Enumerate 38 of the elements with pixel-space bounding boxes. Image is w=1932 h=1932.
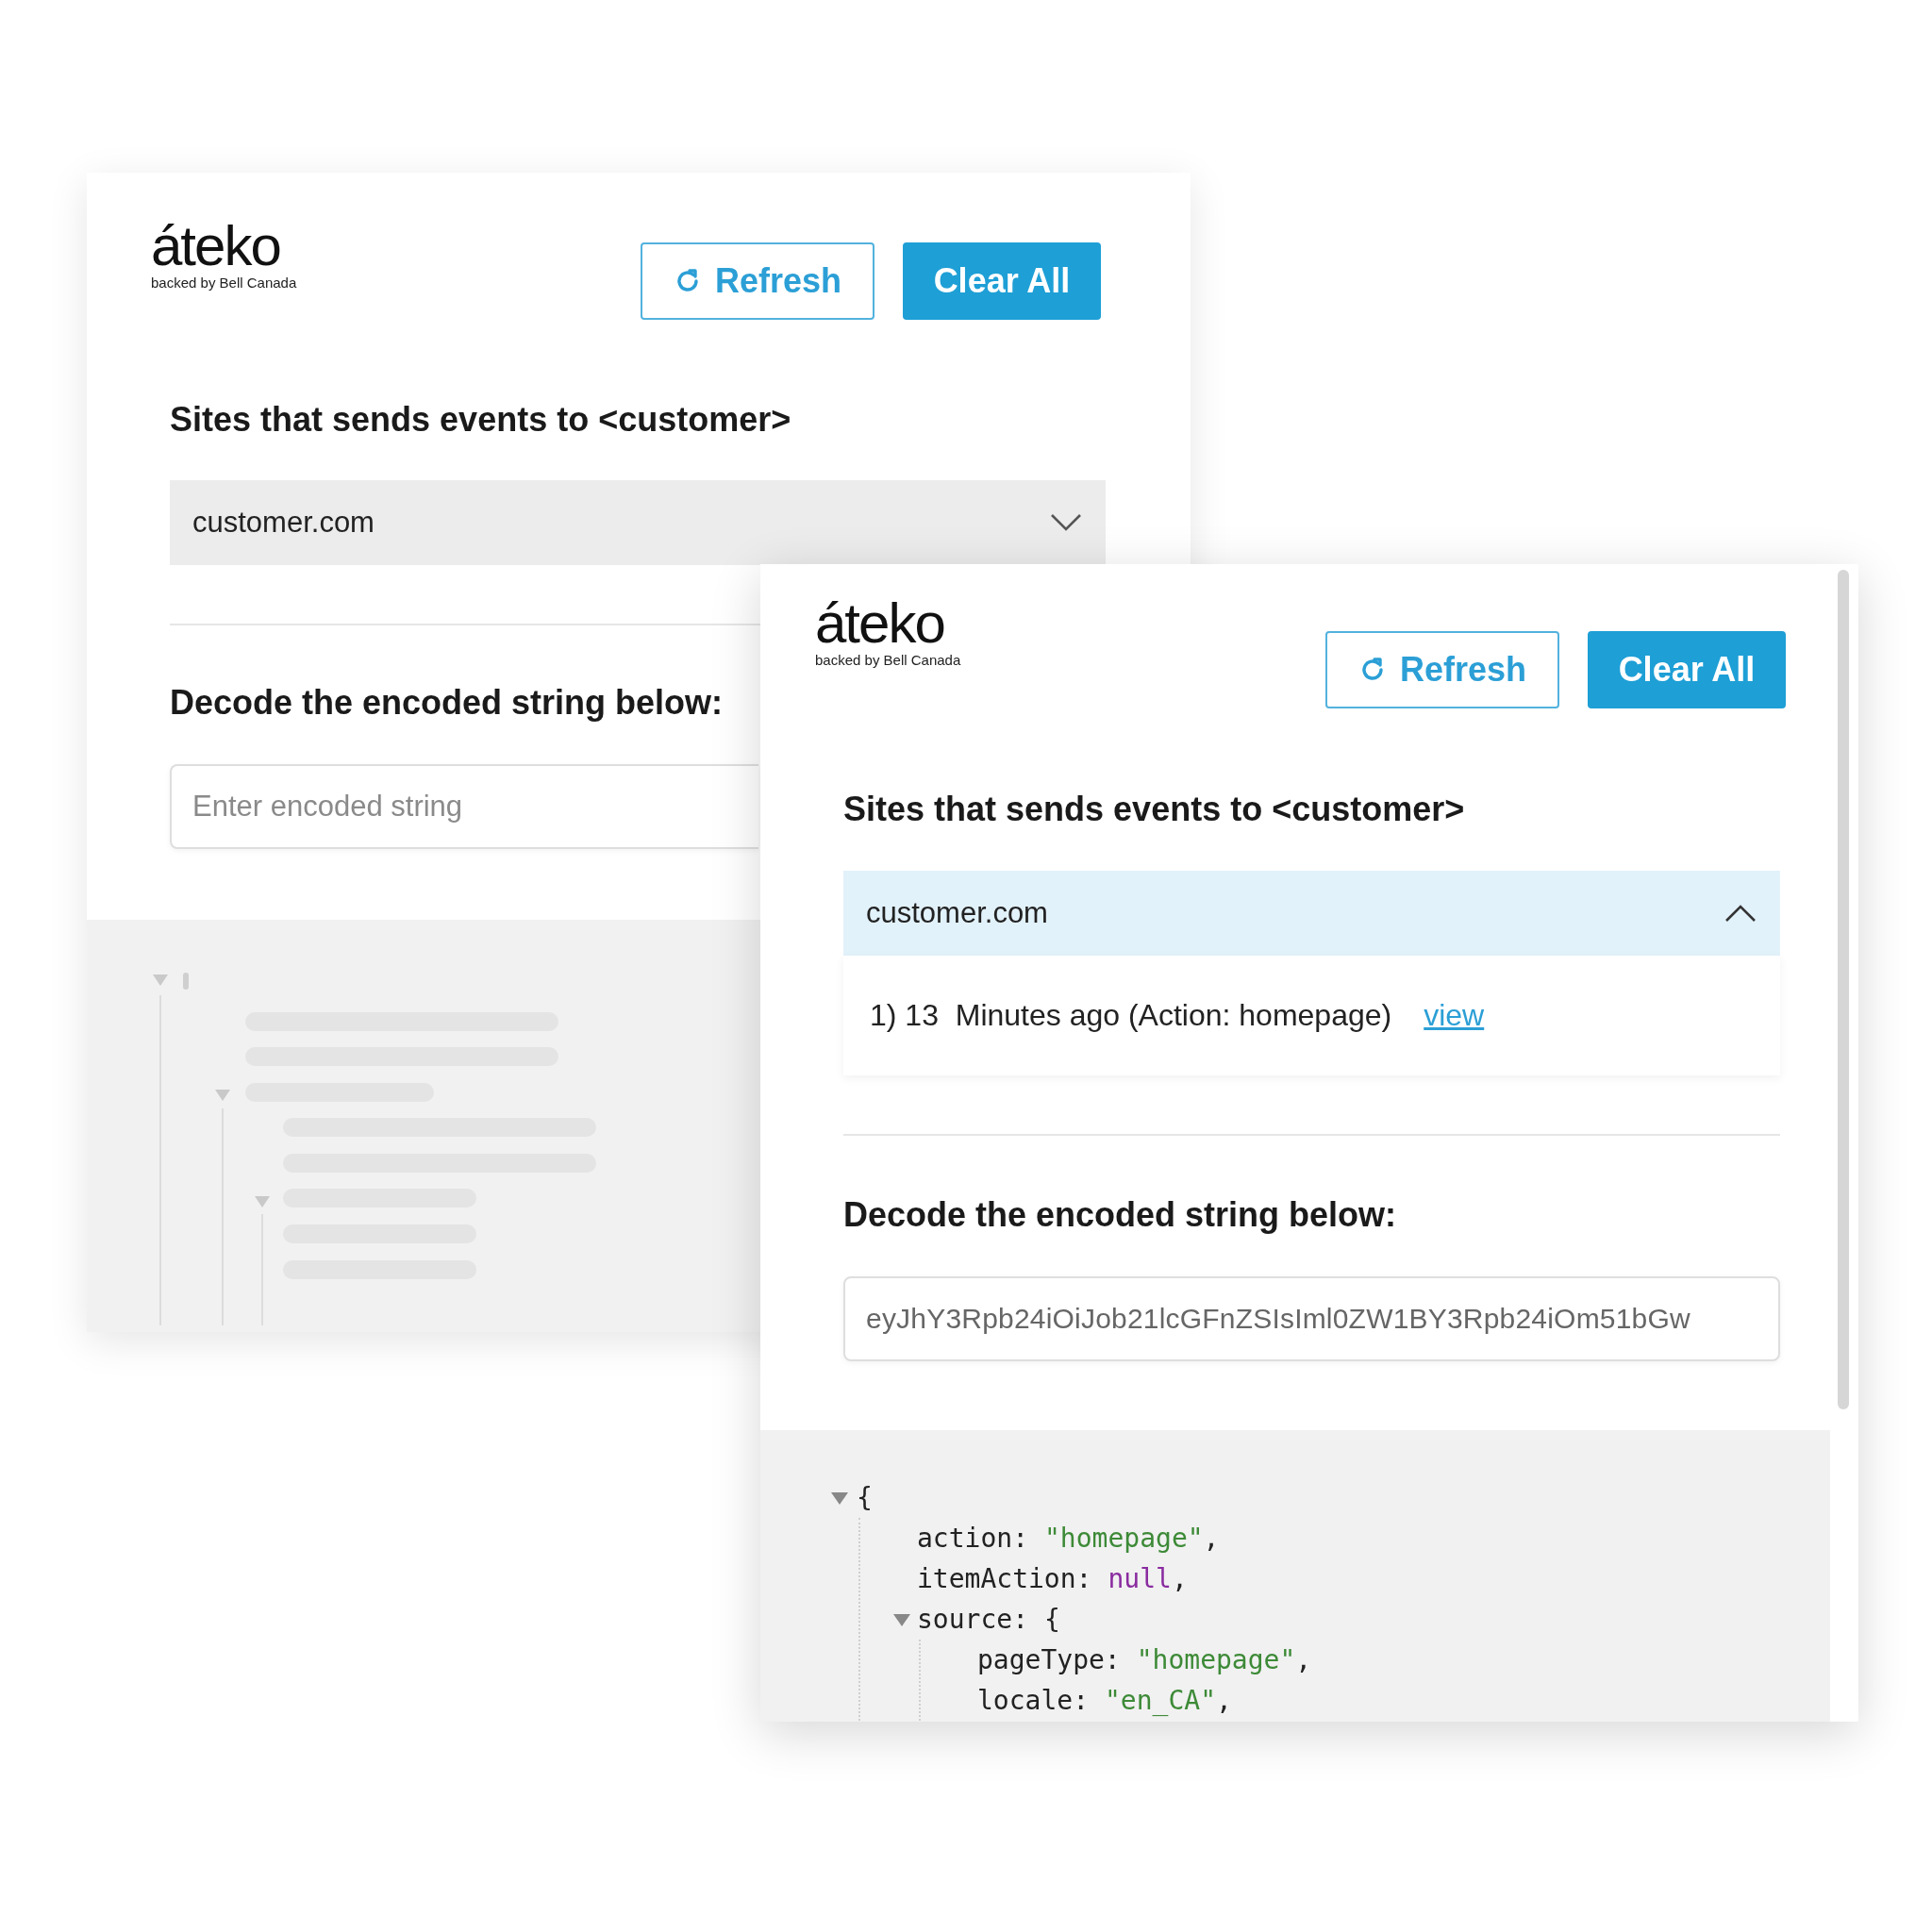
json-value: "homepage" [1044,1523,1204,1554]
section-heading: Decode the encoded string below: [170,682,724,724]
json-value: { [1044,1604,1060,1635]
json-key: locale: [977,1685,1089,1716]
json-value: "homepage" [1136,1644,1296,1675]
encoded-string-field[interactable]: Enter encoded string [170,764,758,849]
json-comma: , [1295,1644,1312,1675]
chevron-up-icon [1724,903,1757,924]
json-comma: , [1203,1523,1220,1554]
refresh-button[interactable]: Refresh [1325,631,1559,708]
json-value: "en_CA" [1105,1685,1217,1716]
json-comma: , [1216,1685,1232,1716]
chevron-down-icon [1049,512,1083,533]
logo-tagline: backed by Bell Canada [815,652,961,668]
json-value: { [857,1482,873,1513]
json-key: action: [917,1523,1028,1554]
site-dropdown[interactable]: customer.com [170,480,1106,565]
json-value: null [1108,1563,1172,1594]
encoded-string-field[interactable]: eyJhY3Rpb24iOiJob21lcGFnZSIsIml0ZW1BY3Rpb24iOm51bGw [843,1276,1780,1361]
section-heading: Sites that sends events to <customer> [843,789,1466,830]
section-heading: Decode the encoded string below: [843,1194,1398,1236]
json-key: itemAction: [917,1563,1092,1594]
clear-all-button[interactable]: Clear All [1588,631,1786,708]
section-heading: Sites that sends events to <customer> [170,399,792,441]
clear-all-button[interactable]: Clear All [903,242,1101,320]
json-comma: , [1171,1563,1188,1594]
site-dropdown[interactable]: customer.com [843,871,1780,956]
logo-wordmark: áteko [815,597,945,650]
collapse-triangle-icon[interactable] [892,1611,911,1627]
view-link[interactable]: view [1424,998,1485,1033]
scrollbar-thumb[interactable] [1838,570,1849,1409]
json-key: source: [917,1604,1028,1635]
logo-wordmark: áteko [151,220,281,273]
refresh-button[interactable]: Refresh [641,242,874,320]
json-key: pageType: [977,1644,1121,1675]
event-text: 1) 13 Minutes ago (Action: homepage) [870,998,1392,1033]
collapse-triangle-icon[interactable] [830,1490,849,1506]
logo-tagline: backed by Bell Canada [151,275,297,291]
